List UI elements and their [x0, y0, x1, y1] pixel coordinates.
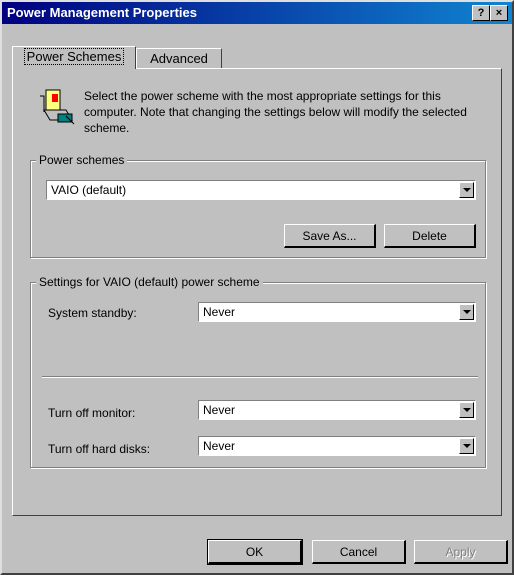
power-scheme-icon — [38, 86, 78, 126]
power-scheme-value: VAIO (default) — [51, 183, 127, 197]
tab-power-schemes[interactable]: Power Schemes — [12, 46, 136, 69]
power-schemes-legend: Power schemes — [36, 153, 128, 167]
turn-off-hard-disks-value: Never — [203, 439, 236, 453]
help-button[interactable]: ? — [472, 5, 490, 21]
power-scheme-select[interactable]: VAIO (default) — [46, 180, 476, 200]
close-button[interactable]: × — [490, 5, 508, 21]
turn-off-hard-disks-select[interactable]: Never — [198, 436, 476, 456]
turn-off-monitor-select[interactable]: Never — [198, 400, 476, 420]
tab-advanced[interactable]: Advanced — [136, 48, 222, 69]
chevron-down-icon[interactable] — [459, 304, 474, 320]
delete-button[interactable]: Delete — [384, 224, 476, 248]
settings-divider — [42, 376, 478, 378]
turn-off-hard-disks-label: Turn off hard disks: — [48, 442, 151, 456]
chevron-down-icon[interactable] — [459, 182, 474, 198]
tab-advanced-label: Advanced — [150, 51, 208, 66]
ok-button[interactable]: OK — [207, 539, 303, 565]
tab-power-schemes-label: Power Schemes — [23, 48, 125, 65]
settings-legend: Settings for VAIO (default) power scheme — [36, 275, 263, 289]
save-as-button[interactable]: Save As... — [284, 224, 376, 248]
window-title: Power Management Properties — [7, 5, 197, 20]
system-standby-value: Never — [203, 305, 236, 319]
dialog-window: Power Management Properties ? × Power Sc… — [0, 0, 514, 575]
turn-off-monitor-label: Turn off monitor: — [48, 406, 136, 420]
system-standby-select[interactable]: Never — [198, 302, 476, 322]
cancel-button[interactable]: Cancel — [312, 540, 406, 564]
title-bar[interactable]: Power Management Properties ? × — [2, 2, 512, 24]
turn-off-monitor-value: Never — [203, 403, 236, 417]
apply-button[interactable]: Apply — [414, 540, 508, 564]
description-text: Select the power scheme with the most ap… — [84, 89, 467, 135]
system-standby-label: System standby: — [48, 306, 137, 320]
chevron-down-icon[interactable] — [459, 402, 474, 418]
chevron-down-icon[interactable] — [459, 438, 474, 454]
